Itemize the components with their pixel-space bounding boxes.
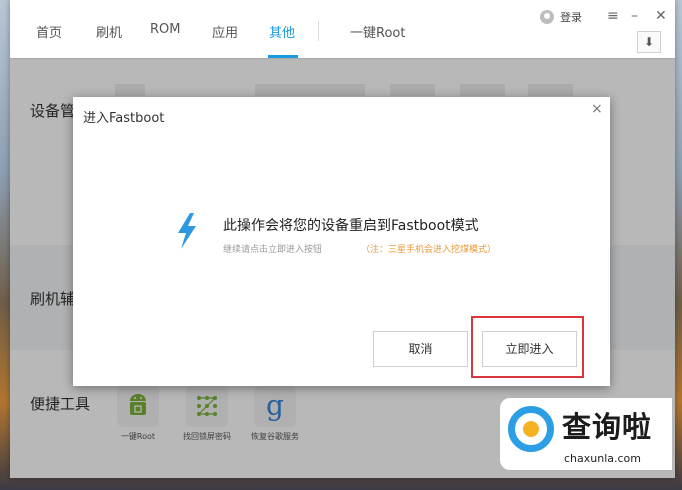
cancel-button[interactable]: 取消 xyxy=(373,331,468,367)
dialog-close-icon[interactable]: × xyxy=(591,101,603,117)
tab-apps[interactable]: 应用 xyxy=(212,22,238,41)
fastboot-dialog: 进入Fastboot × 此操作会将您的设备重启到Fastboot模式 继续请点… xyxy=(73,97,610,386)
dialog-note: （注：三星手机会进入挖煤模式） xyxy=(361,245,497,255)
watermark-logo-icon xyxy=(508,406,554,452)
close-window-icon[interactable]: ✕ xyxy=(655,8,667,24)
dialog-title: 进入Fastboot xyxy=(83,111,165,126)
user-avatar-icon xyxy=(540,10,554,24)
tab-one-key-root[interactable]: 一键Root xyxy=(350,22,405,41)
watermark: 查询啦 chaxunla.com xyxy=(500,398,672,470)
download-icon: ⬇ xyxy=(643,35,655,49)
tab-home[interactable]: 首页 xyxy=(36,22,62,41)
tab-flash[interactable]: 刷机 xyxy=(96,22,122,41)
nav-divider xyxy=(318,21,319,41)
menu-icon[interactable]: ≡ xyxy=(607,8,619,24)
watermark-url: chaxunla.com xyxy=(564,452,641,465)
watermark-text: 查询啦 xyxy=(562,410,653,444)
login-button[interactable]: 登录 xyxy=(540,9,582,25)
download-button[interactable]: ⬇ xyxy=(637,31,661,53)
lightning-bolt-icon xyxy=(178,213,196,249)
dialog-subtext: 继续请点击立即进入按钮 xyxy=(223,245,323,255)
tab-rom[interactable]: ROM xyxy=(150,22,180,37)
top-nav: 首页 刷机 ROM 应用 其他 一键Root 登录 ≡ – ✕ ⬇ xyxy=(10,0,675,59)
dialog-message: 此操作会将您的设备重启到Fastboot模式 xyxy=(223,218,479,234)
highlight-box xyxy=(471,316,584,378)
minimize-icon[interactable]: – xyxy=(631,8,638,24)
tab-other[interactable]: 其他 xyxy=(269,22,295,41)
login-label: 登录 xyxy=(560,11,582,24)
